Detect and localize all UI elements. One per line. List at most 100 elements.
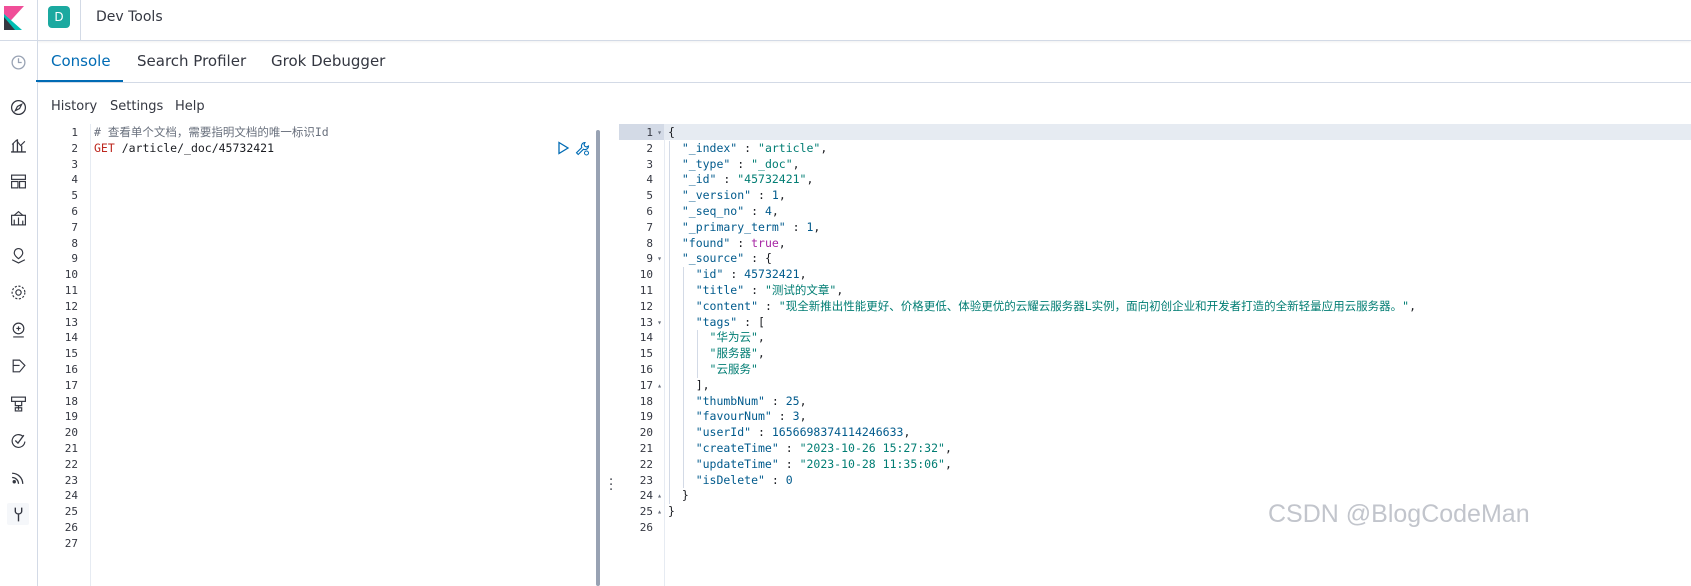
- siem-icon[interactable]: [7, 355, 29, 377]
- visualize-icon[interactable]: [7, 133, 29, 155]
- line-number: 21: [639, 442, 653, 455]
- token: :: [723, 267, 745, 282]
- line-number: 23: [639, 473, 653, 487]
- line-number: 12: [639, 299, 653, 313]
- token: ,: [757, 330, 765, 345]
- request-editor[interactable]: 1 2 3 4 5 6 7 8 9 10 11 12 13 14 15 16 17 18 19 20 21 22 23 24 2…: [44, 124, 596, 586]
- line-number: 13: [639, 315, 653, 329]
- canvas-icon[interactable]: [7, 207, 29, 229]
- line-number: 8: [646, 236, 653, 250]
- fold-close-icon[interactable]: ▴: [654, 504, 662, 520]
- response-code-line: "title" : "测试的文章",: [668, 283, 844, 299]
- top-header: D Dev Tools: [0, 0, 1691, 41]
- dashboard-icon[interactable]: [7, 170, 29, 192]
- line-number: 4: [71, 173, 78, 187]
- token: 25: [785, 393, 800, 408]
- token: :: [771, 409, 793, 424]
- response-code-line: "found" : true,: [668, 236, 786, 252]
- token: "tags": [668, 314, 738, 329]
- apm-icon[interactable]: [7, 429, 29, 451]
- settings-link[interactable]: Settings: [110, 99, 163, 114]
- token: "现全新推出性能更好、价格更低、体验更优的云耀云服务器L实例，面向初创企业和开发…: [778, 298, 1410, 313]
- line-number: 19: [639, 410, 653, 424]
- history-link[interactable]: History: [51, 99, 97, 114]
- fold-close-icon[interactable]: ▴: [654, 378, 662, 394]
- response-gutter: 1 ▾ 2 3 4 5 6 7 8 9 ▾ 10 11 12 13 ▾ 14 15 16 17 ▴ 18 19 20 21 22 2…: [619, 124, 665, 586]
- line-number: 23: [64, 473, 78, 487]
- tab-search-profiler[interactable]: Search Profiler: [137, 52, 246, 70]
- graph-icon[interactable]: [7, 318, 29, 340]
- recent-icon[interactable]: [7, 51, 29, 73]
- token: :: [778, 441, 800, 455]
- uptime-icon[interactable]: [7, 466, 29, 488]
- token: ,: [792, 156, 800, 171]
- token: 45732421: [744, 267, 800, 282]
- token: "content": [668, 298, 759, 313]
- token: ,: [903, 425, 911, 440]
- line-number: 25: [64, 505, 78, 519]
- token: "createTime": [668, 441, 779, 455]
- line-number: 22: [639, 457, 653, 471]
- token: }: [668, 488, 689, 503]
- token: :: [778, 456, 800, 471]
- kibana-logo-icon[interactable]: [4, 6, 26, 30]
- tab-grok-debugger[interactable]: Grok Debugger: [271, 52, 385, 70]
- token: : [: [737, 314, 765, 329]
- infrastructure-icon[interactable]: [7, 392, 29, 414]
- line-number: 17: [64, 378, 78, 392]
- indent-guide: [697, 330, 698, 378]
- indent-guide: [683, 267, 684, 489]
- token: ,: [778, 188, 786, 203]
- token: ,: [944, 456, 952, 471]
- ml-icon[interactable]: [7, 281, 29, 303]
- fold-open-icon[interactable]: ▾: [654, 251, 662, 267]
- resize-handle-icon[interactable]: · · ·: [609, 474, 613, 497]
- request-options-button[interactable]: [574, 140, 590, 156]
- line-number: 16: [639, 363, 653, 376]
- response-code-line: "_seq_no" : 4,: [668, 204, 779, 220]
- token: :: [744, 204, 765, 218]
- token: "_version": [668, 188, 752, 203]
- token: 0: [785, 472, 793, 487]
- token: :: [730, 156, 752, 171]
- token: "_type": [668, 156, 731, 171]
- fold-open-icon[interactable]: ▾: [654, 125, 662, 141]
- line-number: 17: [639, 378, 653, 392]
- discover-icon[interactable]: [7, 96, 29, 118]
- token: ,: [1409, 298, 1416, 313]
- fold-open-icon[interactable]: ▾: [654, 315, 662, 331]
- token: 1: [771, 188, 779, 203]
- request-gutter: 1 2 3 4 5 6 7 8 9 10 11 12 13 14 15 16 17 18 19 20 21 22 23 24 2…: [44, 124, 91, 586]
- token: "2023-10-26 15:27:32": [799, 441, 945, 455]
- devtools-icon[interactable]: [7, 503, 29, 525]
- request-comment: # 查看单个文档，需要指明文档的唯一标识Id: [94, 125, 329, 139]
- line-number: 3: [71, 157, 78, 171]
- token: :: [764, 393, 786, 408]
- line-number: 14: [639, 331, 653, 345]
- token: ,: [836, 283, 844, 297]
- help-link[interactable]: Help: [175, 99, 205, 114]
- line-number: 2: [71, 141, 78, 155]
- fold-close-icon[interactable]: ▴: [654, 488, 662, 504]
- token: "_id": [668, 172, 717, 187]
- line-number: 12: [64, 299, 78, 313]
- pane-resizer[interactable]: [602, 124, 619, 586]
- response-code-line: "content" : "现全新推出性能更好、价格更低、体验更优的云耀云服务器L…: [668, 299, 1416, 315]
- response-editor[interactable]: 1 ▾ 2 3 4 5 6 7 8 9 ▾ 10 11 12 13 ▾ 14 15 16 17 ▴ 18 19 20 21 22 2…: [619, 124, 1691, 586]
- watermark-text: CSDN @BlogCodeMan: [1268, 500, 1530, 528]
- line-number: 5: [71, 189, 78, 203]
- response-code-line: "云服务": [668, 362, 758, 378]
- line-number: 3: [646, 157, 653, 171]
- line-number: 13: [64, 315, 78, 329]
- token: :: [737, 140, 759, 155]
- line-number: 24: [639, 489, 653, 503]
- line-number: 8: [71, 236, 78, 250]
- request-scrollbar[interactable]: [596, 130, 600, 586]
- send-request-button[interactable]: [555, 140, 571, 156]
- devtools-tabs: Console Search Profiler Grok Debugger: [38, 41, 1691, 83]
- space-avatar[interactable]: D: [48, 6, 70, 28]
- token: "45732421": [737, 172, 807, 187]
- tab-console[interactable]: Console: [51, 52, 111, 70]
- maps-icon[interactable]: [7, 244, 29, 266]
- token: "id": [668, 267, 724, 282]
